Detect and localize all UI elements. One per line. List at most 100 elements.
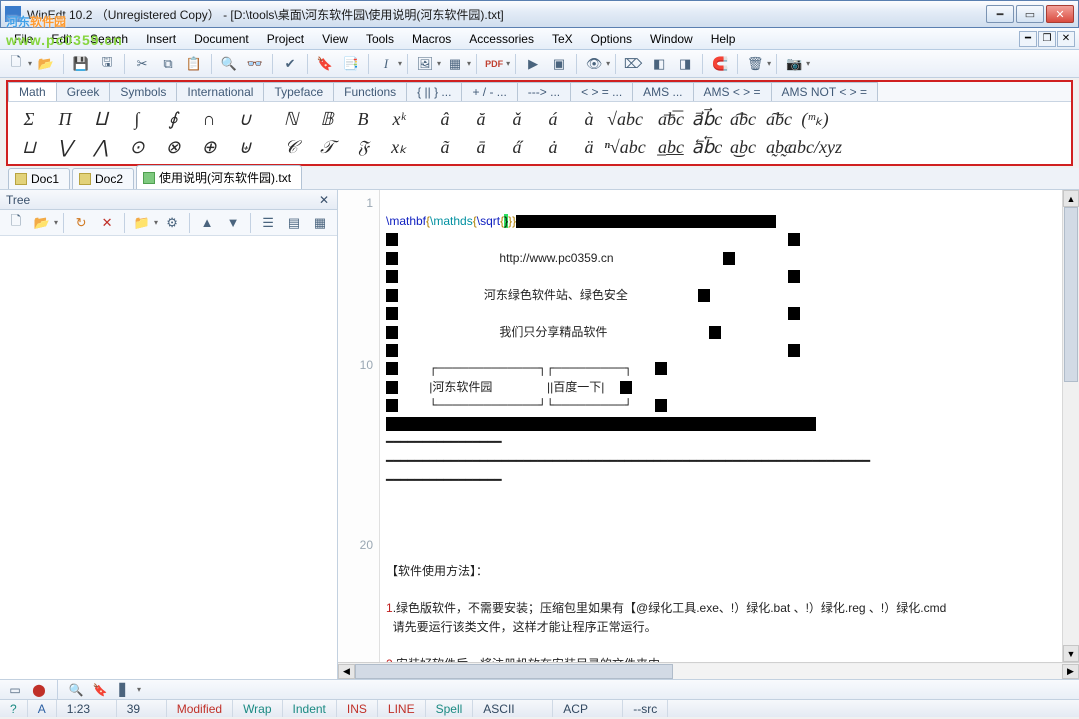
tab-ams-not[interactable]: AMS NOT < > =	[771, 82, 878, 101]
compile-tex-icon[interactable]: ▶	[521, 53, 545, 75]
symbol-cell[interactable]: 𝔹	[309, 105, 345, 133]
symbol-cell[interactable]: Σ	[11, 105, 47, 133]
tree-view3-icon[interactable]: ▦	[308, 212, 332, 234]
recorder-icon[interactable]: ▋	[115, 682, 133, 698]
symbol-cell[interactable]: â	[427, 105, 463, 133]
symbol-cell[interactable]: a⃖b⃖c	[689, 133, 725, 161]
doc-tab-3[interactable]: 使用说明(河东软件园).txt	[136, 165, 302, 189]
compile-dvi-icon[interactable]: ▣	[547, 53, 571, 75]
menu-search[interactable]: Search	[82, 30, 136, 48]
mdi-close-button[interactable]: ✕	[1057, 31, 1075, 47]
symbol-cell[interactable]: a⃗b⃗c	[689, 105, 725, 133]
symbol-cell[interactable]: ä	[571, 133, 607, 161]
menu-options[interactable]: Options	[583, 30, 640, 48]
status-mode[interactable]: A	[28, 700, 57, 717]
tab-typeface[interactable]: Typeface	[263, 82, 334, 101]
symbol-cell[interactable]: á	[535, 105, 571, 133]
symbol-cell[interactable]: ⊕	[191, 133, 227, 161]
menu-help[interactable]: Help	[703, 30, 744, 48]
symbol-cell[interactable]: xᵏ	[381, 105, 417, 133]
symbol-cell[interactable]: 𝒯	[309, 133, 345, 161]
menu-insert[interactable]: Insert	[138, 30, 184, 48]
section-icon[interactable]: 🖼	[413, 53, 437, 75]
menu-macros[interactable]: Macros	[404, 30, 459, 48]
menu-tex[interactable]: TeX	[544, 30, 581, 48]
status-ins[interactable]: INS	[337, 700, 378, 717]
symbol-cell[interactable]: ⊔	[11, 133, 47, 161]
spellcheck-icon[interactable]: ✔	[278, 53, 302, 75]
copy-icon[interactable]: ⧉	[156, 53, 180, 75]
tree-open-icon[interactable]: 📂	[30, 212, 54, 234]
horizontal-scrollbar[interactable]: ◀ ▶	[338, 662, 1079, 679]
symbol-cell[interactable]: 𝔉	[345, 133, 381, 161]
symbol-cell[interactable]: ă	[463, 105, 499, 133]
trash-icon[interactable]: 🗑	[743, 53, 767, 75]
symbol-cell[interactable]: B	[345, 105, 381, 133]
status-indent[interactable]: Indent	[283, 700, 337, 717]
save-all-icon[interactable]: 🖫	[95, 53, 119, 75]
scroll-up-icon[interactable]: ▲	[1063, 190, 1079, 207]
symbol-cell[interactable]: ȧ	[535, 133, 571, 161]
symbol-cell[interactable]: ∩	[191, 105, 227, 133]
symbol-cell[interactable]: ǎ	[499, 105, 535, 133]
tool-x2-icon[interactable]: ◨	[673, 53, 697, 75]
symbol-cell[interactable]: a͡bc	[725, 105, 761, 133]
scroll-left-icon[interactable]: ◀	[338, 664, 355, 679]
tab-braces[interactable]: { || } ...	[406, 82, 462, 101]
tab-pm[interactable]: + / - ...	[461, 82, 517, 101]
tab-greek[interactable]: Greek	[56, 82, 111, 101]
preview-icon[interactable]: 👁	[582, 53, 606, 75]
tree-folder-icon[interactable]: 📁	[130, 212, 154, 234]
menu-project[interactable]: Project	[259, 30, 312, 48]
vscroll-thumb[interactable]	[1064, 207, 1078, 382]
tree-new-icon[interactable]: 🗋	[4, 212, 28, 234]
tree-props-icon[interactable]: ⚙	[160, 212, 184, 234]
mdi-restore-button[interactable]: ❐	[1038, 31, 1056, 47]
symbol-cell[interactable]: ⁿ√abc	[607, 133, 643, 161]
gather-icon[interactable]: 🧲	[708, 53, 732, 75]
tab-arrows[interactable]: ---> ...	[517, 82, 571, 101]
symbol-cell[interactable]: √abc	[607, 105, 643, 133]
find-in-files-icon[interactable]: 👓	[243, 53, 267, 75]
tree-view2-icon[interactable]: ▤	[282, 212, 306, 234]
hscroll-thumb[interactable]	[355, 664, 673, 679]
bookmark-goto-icon[interactable]: 📑	[339, 53, 363, 75]
maximize-button[interactable]: ▭	[1016, 5, 1044, 23]
doc-tab-1[interactable]: Doc1	[8, 168, 70, 189]
symbol-cell[interactable]: a͞b͞c	[653, 105, 689, 133]
symbol-cell[interactable]: abc/xyz	[797, 133, 833, 161]
menu-tools[interactable]: Tools	[358, 30, 402, 48]
status-line[interactable]: LINE	[378, 700, 426, 717]
minimize-button[interactable]: ━	[986, 5, 1014, 23]
scroll-right-icon[interactable]: ▶	[1062, 664, 1079, 679]
status-help[interactable]: ?	[0, 700, 28, 717]
menu-file[interactable]: File	[6, 30, 41, 48]
vertical-scrollbar[interactable]: ▲ ▼	[1062, 190, 1079, 662]
open-file-icon[interactable]: 📂	[34, 53, 58, 75]
code-area[interactable]: \mathbf{\mathds{\sqrt{}}} http://www.pc0…	[380, 190, 1079, 662]
tree-delete-icon[interactable]: ✕	[95, 212, 119, 234]
close-button[interactable]: ✕	[1046, 5, 1074, 23]
symbol-cell[interactable]: ℕ	[273, 105, 309, 133]
tab-math[interactable]: Math	[8, 82, 57, 101]
mdi-minimize-button[interactable]: ━	[1019, 31, 1037, 47]
symbol-cell[interactable]: ã	[427, 133, 463, 161]
errors-icon[interactable]: ⬤	[30, 682, 48, 698]
doc-tab-2[interactable]: Doc2	[72, 168, 134, 189]
menu-accessories[interactable]: Accessories	[461, 30, 542, 48]
bookmarks-icon[interactable]: 🔖	[91, 682, 109, 698]
tab-ams-rel[interactable]: AMS < > =	[693, 82, 772, 101]
tree-sort-up-icon[interactable]: ▲	[195, 212, 219, 234]
scroll-down-icon[interactable]: ▼	[1063, 645, 1079, 662]
tree-body[interactable]	[0, 236, 337, 679]
symbol-cell[interactable]: xₖ	[381, 133, 417, 161]
italic-icon[interactable]: I	[374, 53, 398, 75]
symbol-cell[interactable]: a̋	[499, 133, 535, 161]
symbol-cell[interactable]: Π	[47, 105, 83, 133]
menu-document[interactable]: Document	[186, 30, 257, 48]
status-spell[interactable]: Spell	[426, 700, 474, 717]
symbol-cell[interactable]: ⊎	[227, 133, 263, 161]
save-icon[interactable]: 💾	[69, 53, 93, 75]
symbol-cell[interactable]: ∫	[119, 105, 155, 133]
camera-icon[interactable]: 📷	[782, 53, 806, 75]
